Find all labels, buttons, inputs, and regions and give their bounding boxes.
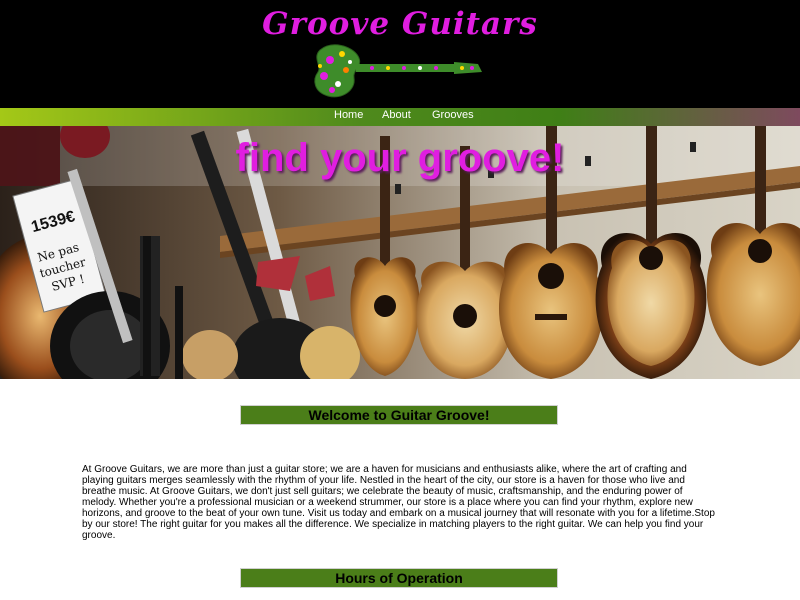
nav-item-home[interactable]: Home (334, 109, 363, 121)
guitar-logo-icon[interactable] (312, 40, 484, 100)
hero-banner: 1539€ Ne pas toucher SVP ! find your gro… (0, 126, 800, 379)
hero-title: find your groove! (235, 136, 565, 180)
hours-heading: Hours of Operation (240, 568, 558, 588)
nav-item-about[interactable]: About (382, 109, 411, 121)
logo-text[interactable]: Groove Guitars (0, 6, 800, 42)
nav-item-grooves[interactable]: Grooves (432, 109, 474, 121)
site-header: Groove Guitars (0, 0, 800, 108)
main-nav: Home About Grooves (0, 108, 800, 126)
welcome-heading: Welcome to Guitar Groove! (240, 405, 558, 425)
welcome-paragraph: At Groove Guitars, we are more than just… (82, 464, 715, 541)
